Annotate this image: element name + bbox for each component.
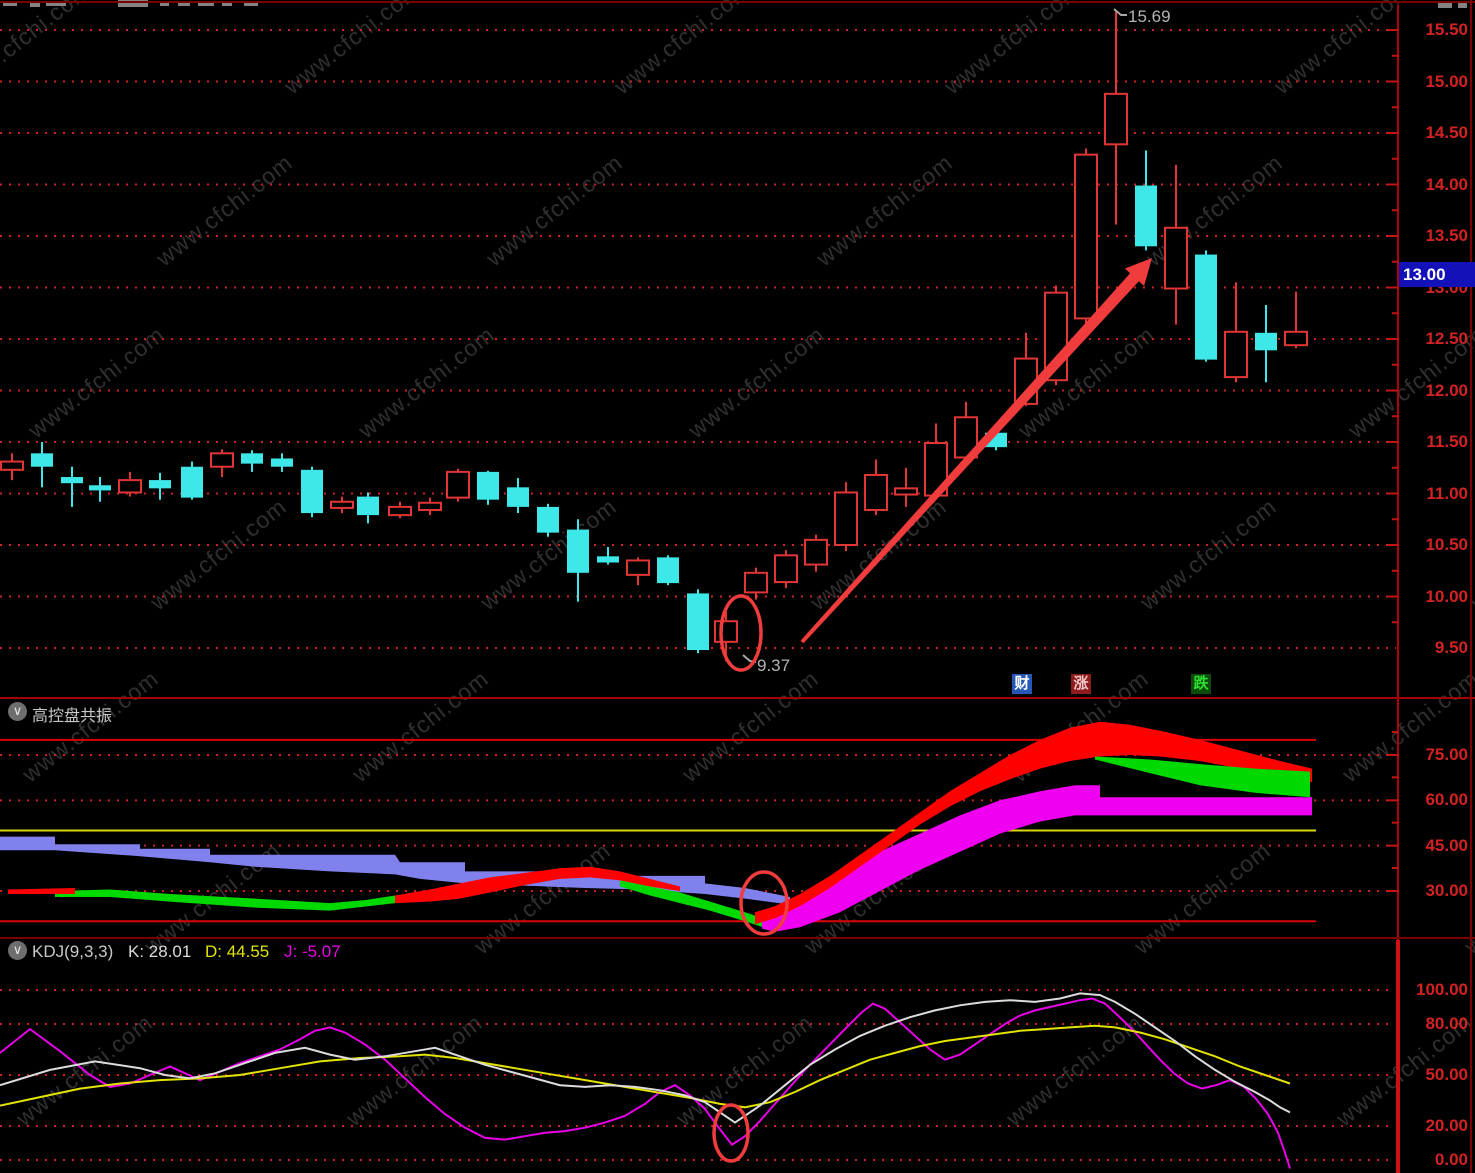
axis-label: 80.00 xyxy=(1425,1014,1468,1033)
indicator-panel-title: 高控盘共振 xyxy=(32,708,113,725)
kdj-panel-title: KDJ(9,3,3) xyxy=(32,942,114,961)
highlight-circle xyxy=(712,1103,750,1163)
axis-label: 75.00 xyxy=(1425,745,1468,764)
panel-divider-2 xyxy=(0,937,1475,939)
watermark: www.cfchi.com xyxy=(939,0,1086,100)
ribbon-blue-band xyxy=(0,836,790,905)
kdj-j-value: J: -5.07 xyxy=(284,942,341,961)
watermark: www.cfchi.com xyxy=(145,493,292,616)
watermark: www.cfchi.com xyxy=(1135,493,1282,616)
axis-label: 11.50 xyxy=(1426,432,1468,451)
collapse-kdj-icon[interactable]: ∨ xyxy=(8,941,27,960)
axis-line-kdj xyxy=(1396,940,1400,1173)
watermark: www.cfchi.com xyxy=(671,1009,818,1132)
axis-label: 20.00 xyxy=(1425,1116,1468,1135)
ribbon-magenta-band xyxy=(762,785,1312,932)
watermark: www.cfchi.com xyxy=(805,493,952,616)
ribbon-green-band-left xyxy=(55,889,395,911)
stock-chart-window: www.cfchi.com www.cfchi.com www.cfchi.com w… xyxy=(0,0,1475,1173)
axis-label: 60.00 xyxy=(1425,790,1468,810)
watermark: www.cfchi.com xyxy=(1269,0,1416,100)
top-frame-line xyxy=(0,1,1475,3)
kdj-k-value: K: 28.01 xyxy=(128,942,192,961)
watermark: www.cfchi.com xyxy=(17,665,164,788)
watermark: www.cfchi.com xyxy=(677,665,824,788)
highlight-circle xyxy=(719,594,763,672)
watermark: www.cfchi.com xyxy=(799,837,946,960)
axis-label: 13.50 xyxy=(1425,226,1468,245)
watermark: www.cfchi.com xyxy=(151,149,298,272)
panel-divider-1 xyxy=(0,697,1475,699)
kdj-d-value: D: 44.55 xyxy=(205,942,270,961)
high-price-label: 15.69 xyxy=(1128,7,1171,26)
axis-label: 30.00 xyxy=(1425,880,1468,900)
watermark: www.cfchi.com xyxy=(11,1009,158,1132)
kdj-line-D xyxy=(0,1024,1291,1109)
watermark: www.cfchi.com xyxy=(341,1009,488,1132)
ribbon-red-band-mid xyxy=(395,866,680,904)
watermark: www.cfchi.com xyxy=(811,149,958,272)
badge-1[interactable]: 财 xyxy=(1012,674,1032,694)
axis-label: 45.00 xyxy=(1425,835,1468,855)
axis-label: 15.50 xyxy=(1425,20,1468,39)
watermark: www.cfchi.com xyxy=(1337,665,1475,788)
ribbon-green-wedge-right xyxy=(1095,756,1310,798)
watermark: www.cfchi.com xyxy=(1001,1009,1148,1132)
highlight-circle xyxy=(739,870,789,936)
watermark: www.cfchi.com xyxy=(0,0,96,100)
ribbon-green-band-mid xyxy=(620,880,772,931)
axis-label: 0.00 xyxy=(1434,1150,1468,1169)
watermark: www.cfchi.com xyxy=(23,321,170,444)
axis-label: 10.50 xyxy=(1425,535,1468,554)
kdj-line-J xyxy=(0,997,1291,1169)
badge-3[interactable]: 跌 xyxy=(1191,674,1211,694)
watermark: www.cfchi.com xyxy=(481,149,628,272)
watermark: www.cfchi.com xyxy=(279,0,426,100)
axis-label: 12.50 xyxy=(1425,329,1468,348)
chart-canvas xyxy=(0,8,1398,1169)
axis-label: 9.50 xyxy=(1434,638,1468,657)
axis-label: 12.00 xyxy=(1425,380,1468,400)
low-price-label: 9.37 xyxy=(757,656,791,675)
watermark: www.cfchi.com xyxy=(1141,149,1288,272)
axis-label: 100.00 xyxy=(1416,980,1468,999)
trend-arrow xyxy=(800,258,1152,644)
axis-label: 14.00 xyxy=(1425,174,1468,194)
axis-label: 15.00 xyxy=(1425,71,1468,91)
kdj-line-K xyxy=(0,992,1291,1124)
watermark: www.cfchi.com xyxy=(1013,321,1160,444)
watermark: www.cfchi.com xyxy=(609,0,756,100)
axis-label: 11.00 xyxy=(1426,483,1468,503)
badge-2[interactable]: 涨 xyxy=(1071,674,1091,694)
ribbon-red-crescent xyxy=(755,721,1312,925)
watermark: www.cfchi.com xyxy=(683,321,830,444)
axis-label: 50.00 xyxy=(1425,1065,1468,1084)
watermark: www.cfchi.com xyxy=(475,493,622,616)
current-price-tag: 13.00 xyxy=(1399,262,1475,287)
watermark: www.cfchi.com xyxy=(469,837,616,960)
axis-label: 10.00 xyxy=(1425,586,1468,606)
watermark: www.cfchi.com xyxy=(353,321,500,444)
ribbon-red-sliver-left xyxy=(8,888,75,894)
collapse-indicator-icon[interactable]: ∨ xyxy=(8,702,27,721)
watermark: www.cfchi.com xyxy=(1129,837,1276,960)
watermark: www.cfchi.com xyxy=(347,665,494,788)
axis-label: 14.50 xyxy=(1425,123,1468,142)
